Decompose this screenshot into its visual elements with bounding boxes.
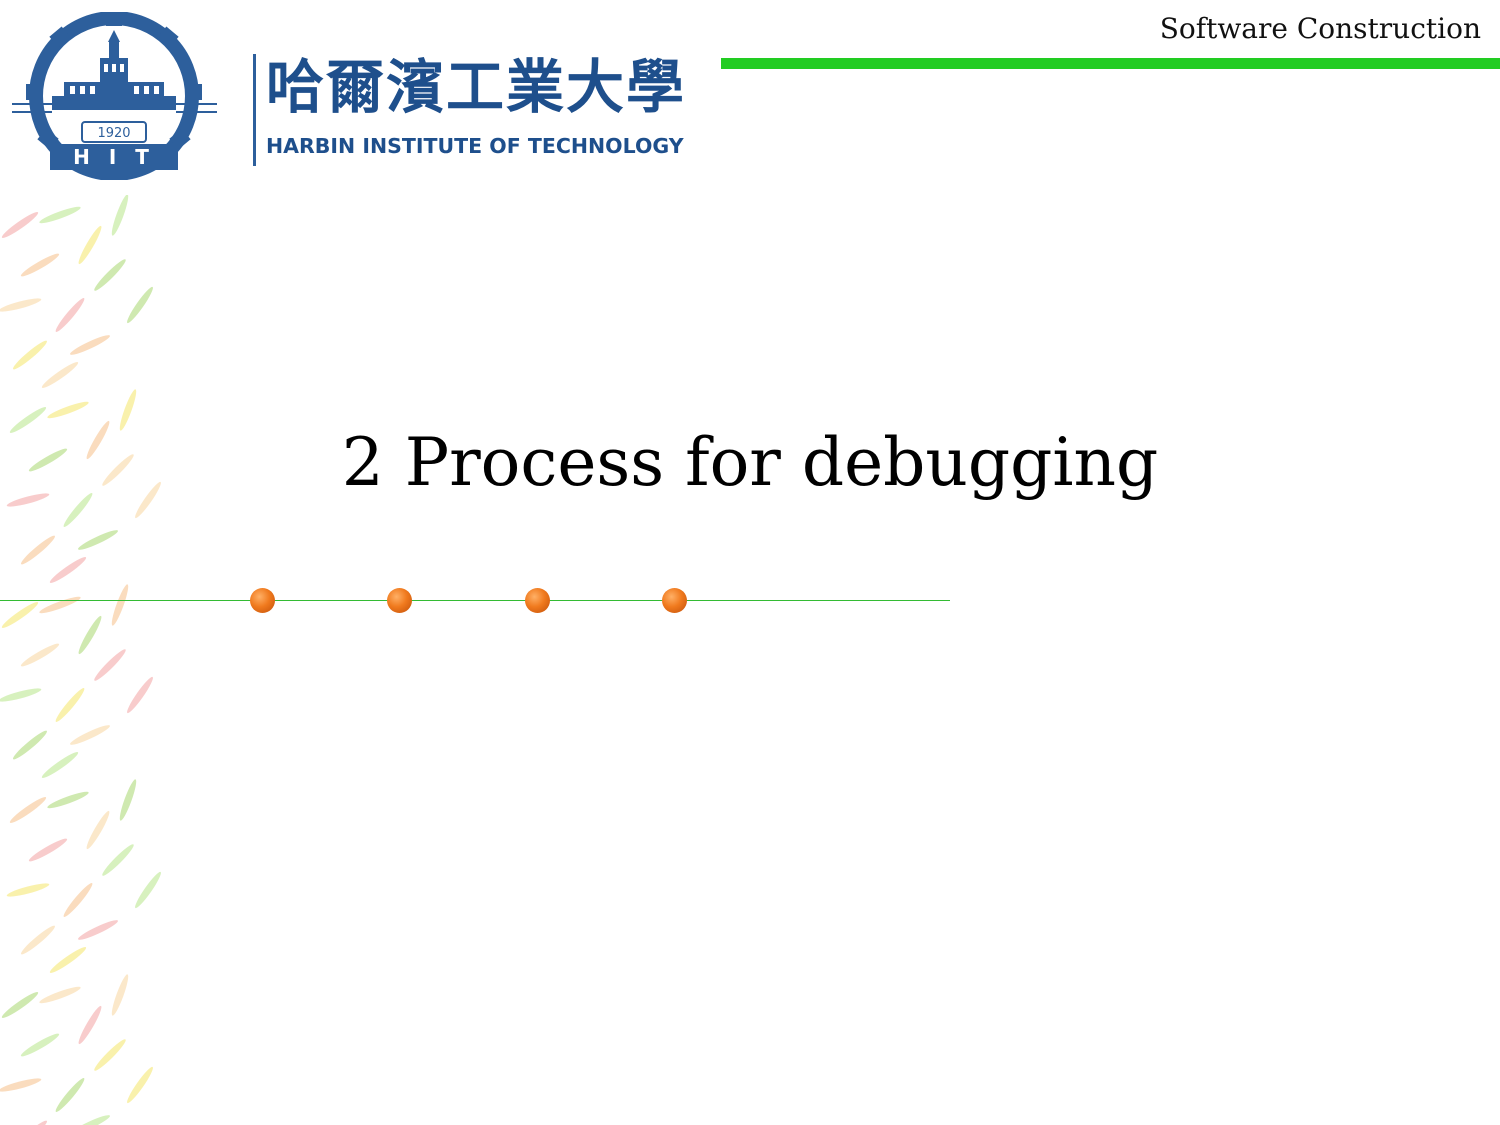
leaf-shape — [127, 286, 153, 324]
leaf-shape — [39, 596, 81, 614]
leaf-shape — [20, 1033, 60, 1057]
leaf-shape — [94, 1039, 126, 1071]
leaf-shape — [47, 791, 89, 809]
leaf-shape — [70, 725, 110, 745]
leaf-shape — [1, 992, 39, 1018]
decorative-dot-3 — [525, 588, 550, 613]
hit-emblem-icon: 1920 H I T — [12, 12, 217, 180]
university-name-chinese: 哈爾濱工業大學 — [266, 53, 687, 121]
leaf-shape — [127, 1066, 153, 1104]
leaf-shape — [70, 1115, 110, 1125]
slide: 1920 H I T 哈爾濱工業大學 HARBIN INSTITUTE OF T… — [0, 0, 1500, 1125]
leaf-shape — [0, 688, 42, 702]
university-logo: 1920 H I T 哈爾濱工業大學 HARBIN INSTITUTE OF T… — [12, 12, 712, 182]
leaf-shape — [1, 212, 39, 238]
leaf-shape — [55, 1077, 85, 1113]
logo-divider — [253, 54, 256, 166]
decorative-dot-1 — [250, 588, 275, 613]
leaf-shape — [0, 298, 42, 312]
leaf-shape — [49, 557, 87, 583]
leaf-shape — [12, 730, 48, 760]
leaf-shape — [127, 676, 153, 714]
leaf-shape — [28, 838, 68, 862]
leaf-shape — [20, 253, 60, 277]
leaf-shape — [47, 401, 89, 419]
leaf-shape — [55, 297, 85, 333]
leaf-shape — [111, 584, 129, 626]
leaf-shape — [20, 643, 60, 667]
leaf-shape — [102, 844, 134, 876]
leaf-shape — [41, 752, 79, 778]
leaf-shape — [63, 882, 93, 918]
leaf-pattern-decoration — [0, 195, 161, 1125]
leaf-shape — [78, 920, 118, 940]
leaf-shape — [78, 225, 102, 265]
logo-initials: H I T — [73, 145, 155, 169]
leaf-shape — [12, 340, 48, 370]
logo-year: 1920 — [97, 126, 130, 141]
leaf-shape — [111, 974, 129, 1016]
leaf-shape — [20, 535, 56, 565]
university-name-english: HARBIN INSTITUTE OF TECHNOLOGY — [266, 134, 684, 158]
leaf-shape — [78, 615, 102, 655]
leaf-shape — [12, 1120, 48, 1125]
leaf-shape — [78, 530, 118, 550]
leaf-shape — [6, 883, 50, 897]
course-title: Software Construction — [1159, 12, 1481, 45]
leaf-shape — [39, 986, 81, 1004]
leaf-shape — [41, 362, 79, 388]
title-divider-line — [0, 600, 950, 601]
decorative-dot-4 — [662, 588, 687, 613]
leaf-shape — [39, 206, 81, 224]
leaf-shape — [94, 649, 126, 681]
leaf-shape — [9, 797, 47, 823]
leaf-shape — [70, 335, 110, 355]
leaf-shape — [111, 195, 129, 236]
slide-title: 2 Process for debugging — [341, 424, 1159, 501]
leaf-shape — [78, 1005, 102, 1045]
leaf-shape — [1, 602, 39, 628]
leaf-shape — [86, 810, 110, 850]
leaf-shape — [49, 947, 87, 973]
leaf-shape — [94, 259, 126, 291]
header-accent-bar — [721, 58, 1500, 69]
leaf-shape — [55, 687, 85, 723]
leaf-shape — [20, 925, 56, 955]
decorative-dot-2 — [387, 588, 412, 613]
leaf-shape — [135, 871, 161, 909]
leaf-shape — [0, 1078, 42, 1092]
leaf-shape — [119, 779, 137, 821]
